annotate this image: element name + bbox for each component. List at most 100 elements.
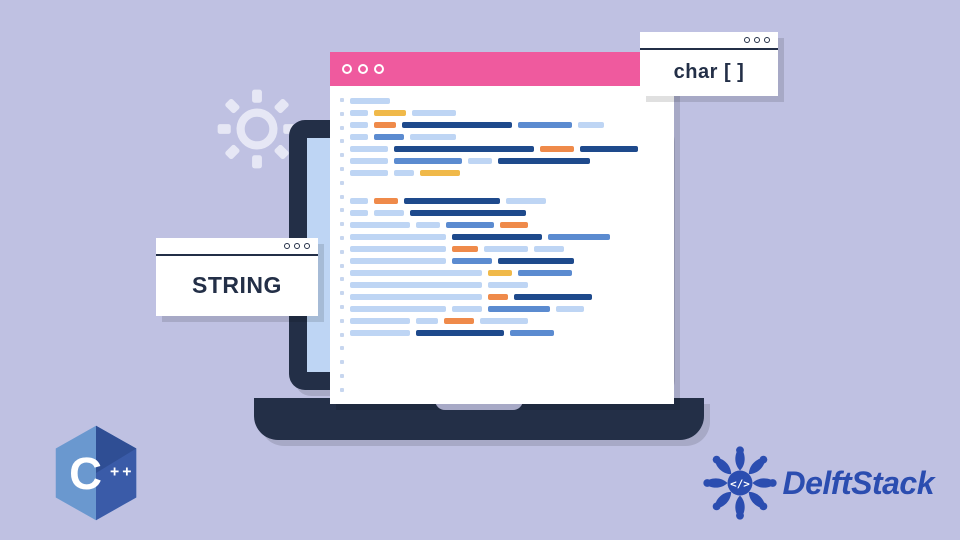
code-token: [374, 134, 404, 140]
gutter-dot: [340, 250, 344, 254]
window-dot-icon: [358, 64, 368, 74]
editor-body: [330, 86, 674, 404]
code-token: [452, 306, 482, 312]
string-label: STRING: [156, 256, 318, 314]
code-token: [452, 234, 542, 240]
code-token: [394, 158, 462, 164]
code-token: [350, 134, 368, 140]
gutter-dot: [340, 181, 344, 185]
window-dot-icon: [304, 243, 310, 249]
code-token: [350, 246, 446, 252]
gutter-dot: [340, 346, 344, 350]
char-label: char [ ]: [640, 50, 778, 94]
window-dot-icon: [754, 37, 760, 43]
code-token: [416, 222, 440, 228]
code-token: [394, 170, 414, 176]
code-line: [350, 222, 660, 228]
code-line: [350, 134, 660, 140]
code-lines: [350, 98, 660, 336]
code-line: [350, 318, 660, 324]
gutter-dot: [340, 374, 344, 378]
svg-text:+: +: [122, 464, 131, 481]
gutter-dot: [340, 222, 344, 226]
code-token: [488, 270, 512, 276]
code-token: [556, 306, 584, 312]
gutter-dot: [340, 112, 344, 116]
code-token: [374, 210, 404, 216]
code-token: [350, 258, 446, 264]
gutter-dot: [340, 139, 344, 143]
code-token: [446, 222, 494, 228]
code-token: [350, 294, 482, 300]
code-token: [580, 146, 638, 152]
gutter-dot: [340, 388, 344, 392]
window-dot-icon: [744, 37, 750, 43]
code-line: [350, 234, 660, 240]
code-line: [350, 110, 660, 116]
code-token: [498, 158, 590, 164]
code-token: [350, 318, 410, 324]
code-token: [412, 110, 456, 116]
window-dot-icon: [342, 64, 352, 74]
code-token: [452, 258, 492, 264]
code-token: [350, 170, 388, 176]
code-token: [350, 158, 388, 164]
code-token: [404, 198, 500, 204]
popup-titlebar: [156, 238, 318, 256]
code-token: [374, 110, 406, 116]
code-token: [548, 234, 610, 240]
code-token: [420, 170, 460, 176]
gutter-dot: [340, 291, 344, 295]
code-token: [350, 222, 410, 228]
code-token: [350, 282, 482, 288]
gutter-dot: [340, 167, 344, 171]
gutter-dot: [340, 153, 344, 157]
code-token: [350, 306, 446, 312]
code-token: [518, 270, 572, 276]
code-token: [350, 330, 410, 336]
svg-text:+: +: [110, 464, 119, 481]
code-token: [410, 210, 526, 216]
gutter-dot: [340, 333, 344, 337]
code-token: [514, 294, 592, 300]
code-token: [350, 146, 388, 152]
code-line: [350, 158, 660, 164]
cpp-logo-icon: C + +: [52, 424, 140, 522]
gutter-dot: [340, 360, 344, 364]
code-token: [350, 98, 390, 104]
code-line: [350, 294, 660, 300]
code-line: [350, 122, 660, 128]
mandala-icon: </>: [701, 444, 779, 522]
code-token: [500, 222, 528, 228]
code-token: [416, 318, 438, 324]
window-dot-icon: [374, 64, 384, 74]
code-token: [498, 258, 574, 264]
brand-name: DelftStack: [783, 465, 935, 502]
code-line: [350, 182, 660, 192]
code-token: [534, 246, 564, 252]
code-token: [350, 234, 446, 240]
code-token: [402, 122, 512, 128]
string-popup: STRING: [156, 238, 318, 316]
code-editor-window: [330, 52, 674, 404]
code-line: [350, 246, 660, 252]
line-gutter: [340, 98, 344, 392]
code-token: [578, 122, 604, 128]
code-token: [488, 294, 508, 300]
code-token: [350, 110, 368, 116]
code-token: [488, 306, 550, 312]
code-token: [394, 146, 534, 152]
window-dot-icon: [764, 37, 770, 43]
code-token: [480, 318, 528, 324]
svg-text:</>: </>: [730, 478, 750, 491]
code-line: [350, 146, 660, 152]
code-token: [518, 122, 572, 128]
gutter-dot: [340, 208, 344, 212]
char-array-popup: char [ ]: [640, 32, 778, 96]
gutter-dot: [340, 195, 344, 199]
editor-titlebar: [330, 52, 674, 86]
code-token: [350, 270, 482, 276]
code-line: [350, 330, 660, 336]
code-token: [350, 210, 368, 216]
code-line: [350, 210, 660, 216]
